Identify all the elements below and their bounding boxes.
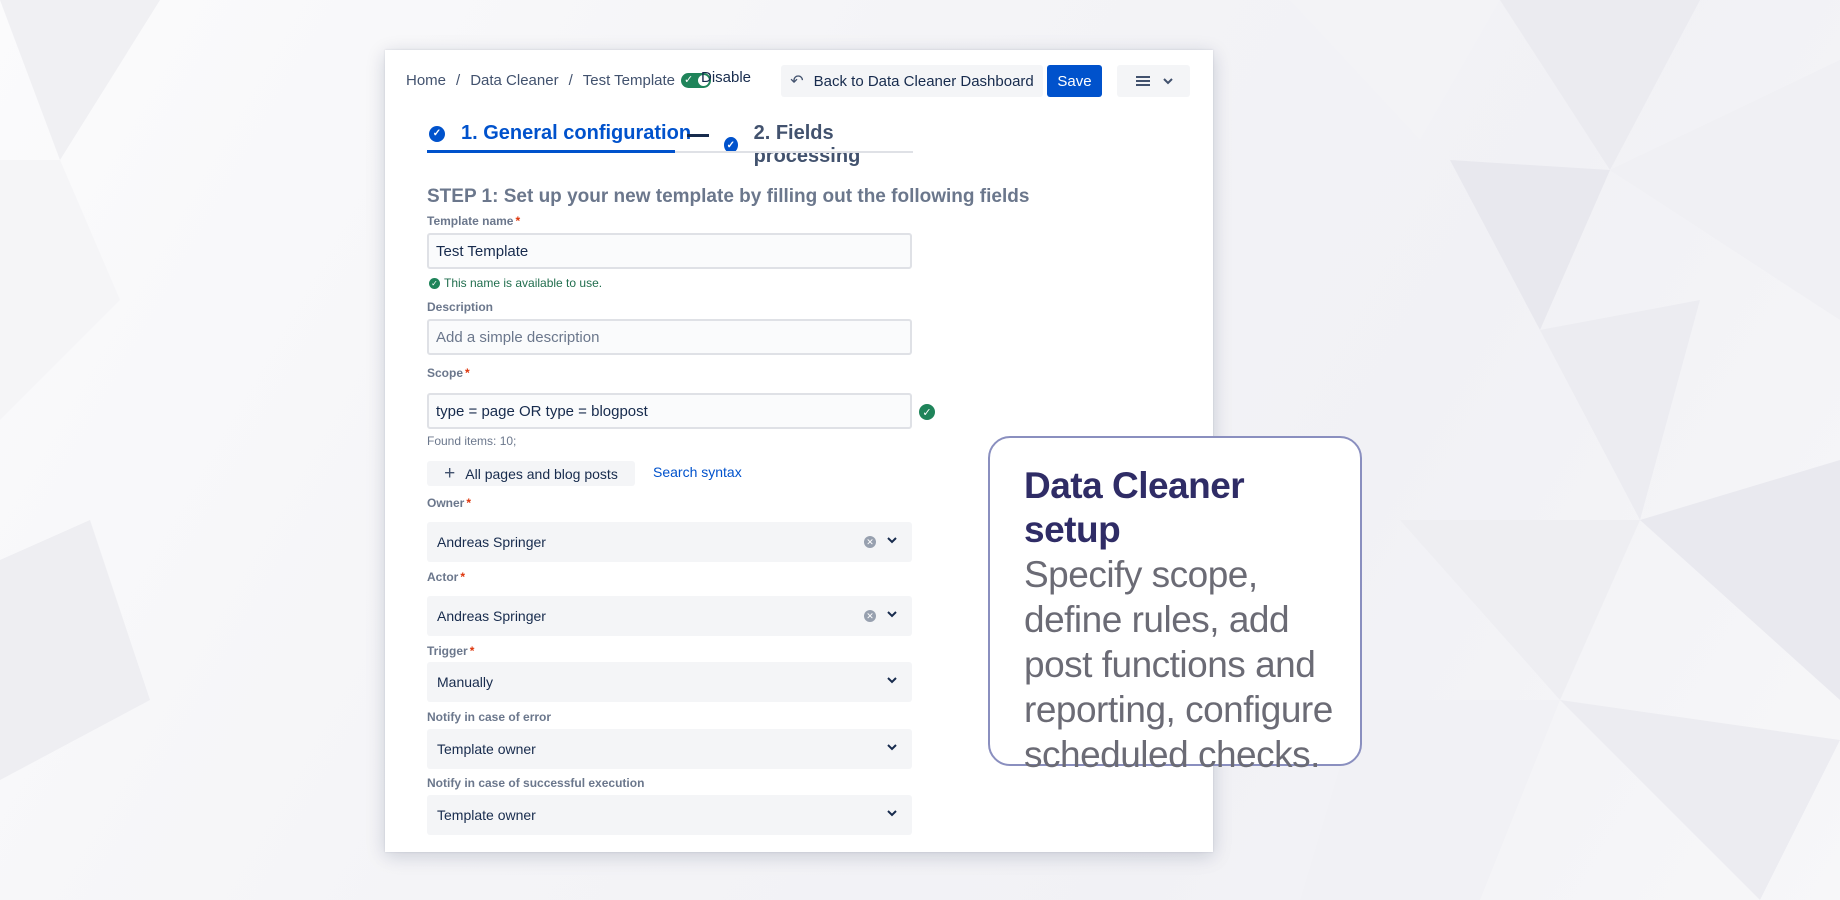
- chevron-down-icon: [887, 810, 897, 817]
- check-icon: ✓: [684, 74, 694, 86]
- step-1-label: 1. General configuration: [461, 122, 692, 144]
- actor-label: Actor *: [427, 570, 466, 584]
- chevron-down-icon: [887, 537, 897, 544]
- breadcrumb-separator: /: [568, 72, 573, 89]
- name-available-message: ✓ This name is available to use.: [429, 276, 602, 290]
- trigger-select[interactable]: Manually: [427, 662, 912, 702]
- breadcrumb-separator: /: [456, 72, 461, 89]
- description-input[interactable]: Add a simple description: [427, 319, 912, 355]
- chevron-down-icon: [887, 611, 897, 618]
- toggle-label: Disable: [701, 69, 752, 86]
- template-name-label: Template name *: [427, 214, 521, 228]
- clear-icon[interactable]: ✕: [864, 536, 876, 548]
- check-circle-icon: ✓: [429, 277, 440, 289]
- back-to-dashboard-button[interactable]: ↶ Back to Data Cleaner Dashboard: [781, 65, 1043, 97]
- step-tabs: ✓ 1. General configuration ✓ 2. Fields p…: [427, 118, 917, 167]
- callout-body: Specify scope, define rules, add post fu…: [1024, 554, 1333, 775]
- tab-general-configuration[interactable]: ✓ 1. General configuration: [429, 122, 691, 145]
- clear-icon[interactable]: ✕: [864, 610, 876, 622]
- plus-icon: +: [444, 463, 456, 484]
- step-2-label: 2. Fields processing: [753, 122, 861, 167]
- breadcrumb-data-cleaner[interactable]: Data Cleaner: [470, 72, 558, 89]
- all-pages-and-blog-posts-button[interactable]: + All pages and blog posts: [427, 461, 635, 486]
- description-label: Description: [427, 300, 494, 314]
- hamburger-icon: [1135, 76, 1150, 86]
- trigger-label: Trigger *: [427, 644, 475, 658]
- valid-check-icon: ✓: [919, 404, 935, 420]
- menu-button[interactable]: [1117, 65, 1190, 97]
- found-items-count: Found items: 10;: [427, 434, 517, 448]
- actor-select[interactable]: Andreas Springer ✕: [427, 596, 912, 636]
- chevron-down-icon: [1162, 78, 1173, 85]
- owner-select[interactable]: Andreas Springer ✕: [427, 522, 912, 562]
- active-tab-indicator: [427, 150, 675, 153]
- owner-label: Owner *: [427, 496, 472, 510]
- search-syntax-link[interactable]: Search syntax: [653, 464, 742, 480]
- callout-title: Data Cleaner setup: [1024, 465, 1245, 550]
- breadcrumb: Home / Data Cleaner / Test Template ✓: [406, 72, 712, 89]
- feature-callout-card: Data Cleaner setup Specify scope, define…: [988, 436, 1362, 775]
- undo-icon: ↶: [790, 73, 804, 90]
- back-button-label: Back to Data Cleaner Dashboard: [813, 72, 1034, 90]
- notify-success-label: Notify in case of successful execution: [427, 776, 645, 790]
- breadcrumb-home[interactable]: Home: [406, 72, 446, 89]
- notify-success-select[interactable]: Template owner: [427, 795, 912, 835]
- check-circle-icon: ✓: [429, 125, 445, 142]
- step-heading: STEP 1: Set up your new template by fill…: [427, 186, 1030, 207]
- notify-error-select[interactable]: Template owner: [427, 729, 912, 769]
- template-name-input[interactable]: Test Template: [427, 233, 912, 269]
- notify-error-label: Notify in case of error: [427, 710, 552, 724]
- tab-fields-processing[interactable]: ✓ 2. Fields processing: [724, 122, 917, 168]
- chevron-down-icon: [887, 677, 897, 684]
- scope-input[interactable]: type = page OR type = blogpost: [427, 393, 912, 429]
- scope-label: Scope *: [427, 366, 470, 380]
- chevron-down-icon: [887, 744, 897, 751]
- breadcrumb-current: Test Template: [582, 72, 676, 89]
- save-button[interactable]: Save: [1047, 65, 1102, 97]
- step-connector: [687, 134, 709, 137]
